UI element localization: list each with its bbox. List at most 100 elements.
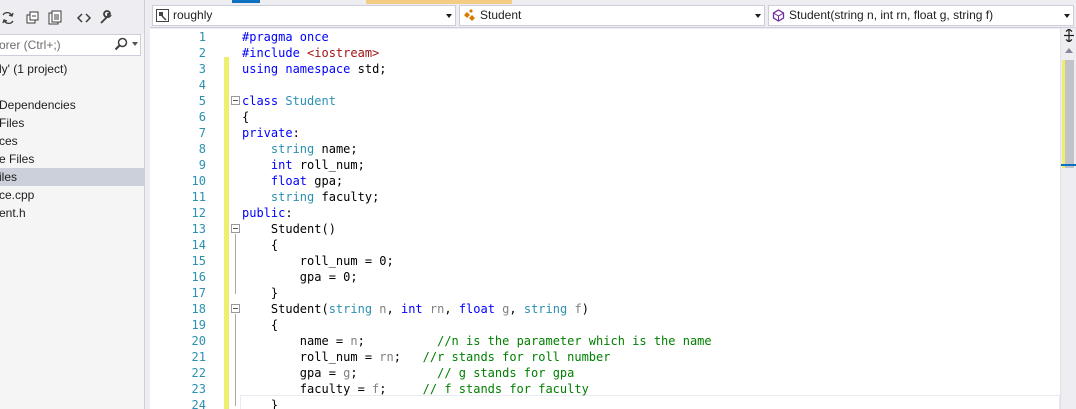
code-token: : xyxy=(292,126,300,140)
tree-item-label: ent.h xyxy=(0,206,26,220)
tree-item-student-h[interactable]: ent.h xyxy=(0,204,144,222)
code-line: roll_num = 0; xyxy=(242,253,394,269)
navigation-bar: roughly Student Student(string n, int rn… xyxy=(150,4,1076,28)
line-number: 13 xyxy=(191,222,206,236)
line-number: 4 xyxy=(198,78,206,92)
chevron-down-icon xyxy=(755,14,761,18)
code-token: roll_num = 0; xyxy=(242,254,394,268)
code-line: int roll_num; xyxy=(242,157,365,173)
code-token: float xyxy=(458,302,495,316)
solution-explorer-search-field[interactable]: orer (Ctrl+;) xyxy=(0,34,141,56)
line-number: 8 xyxy=(198,142,206,156)
code-token: { xyxy=(242,318,279,332)
tree-item-solution[interactable]: ly' (1 project) xyxy=(0,60,144,78)
code-token: } xyxy=(242,398,279,409)
tree-item-label: Dependencies xyxy=(0,98,76,112)
scrollbar-caret-marker xyxy=(1061,164,1076,166)
member-dropdown[interactable]: Student(string n, int rn, float g, strin… xyxy=(768,5,1074,26)
code-editor[interactable]: 1 2 3 4 5 6 7 8 9 10 11 12 13 14 15 16 17 18 19 20 21 22 23 24 … xyxy=(150,29,1060,409)
code-token: roll_num = xyxy=(242,350,380,364)
code-line: roll_num = rn; //r stands for roll numbe… xyxy=(242,349,611,365)
code-view-icon[interactable] xyxy=(76,10,92,26)
code-line: string name; xyxy=(242,141,358,157)
search-icon[interactable] xyxy=(114,37,128,51)
tree-item-dependencies[interactable]: Dependencies xyxy=(0,96,144,114)
line-number: 16 xyxy=(191,270,206,284)
project-dropdown[interactable]: roughly xyxy=(152,5,456,26)
code-token: // f stands for faculty xyxy=(422,382,589,396)
vertical-scrollbar[interactable] xyxy=(1060,28,1076,409)
tree-item-label: ly' (1 project) xyxy=(0,62,68,76)
split-window-icon[interactable] xyxy=(1063,28,1075,43)
tree-item-source-cpp[interactable]: ce.cpp xyxy=(0,186,144,204)
code-line: { xyxy=(242,317,278,333)
code-token: gpa = 0; xyxy=(242,270,358,284)
tree-item-files-selected[interactable]: iles xyxy=(0,168,144,186)
code-token: name; xyxy=(314,142,358,156)
code-token: Student() xyxy=(242,222,336,236)
collapse-region-icon[interactable] xyxy=(231,224,240,233)
code-token: Student xyxy=(285,94,336,108)
line-number-margin: 1 2 3 4 5 6 7 8 9 10 11 12 13 14 15 16 17 18 19 20 21 22 23 24 xyxy=(150,29,206,409)
code-token: : xyxy=(285,206,293,220)
tree-item-label: ce.cpp xyxy=(0,188,35,202)
code-line: using namespace std; xyxy=(242,61,387,77)
code-token: ; xyxy=(379,382,423,396)
code-token: gpa; xyxy=(307,174,344,188)
tree-item-label: Files xyxy=(0,116,25,130)
code-token: //n is the parameter which is the name xyxy=(437,334,712,348)
line-number: 11 xyxy=(191,190,206,204)
code-token: { xyxy=(242,238,279,252)
code-line: #pragma once xyxy=(242,29,329,45)
outline-guide-line xyxy=(235,314,236,406)
code-line: Student() xyxy=(242,221,336,237)
code-token: n xyxy=(350,334,358,348)
tree-item-label: e Files xyxy=(0,152,35,166)
code-token: , xyxy=(444,302,459,316)
code-token: name = xyxy=(242,334,351,348)
change-tracking-margin xyxy=(224,57,229,409)
code-token: #include xyxy=(242,46,308,60)
code-token: roll_num; xyxy=(292,158,365,172)
search-options-chevron-icon[interactable] xyxy=(132,42,138,46)
code-token: float xyxy=(270,174,308,188)
line-number: 23 xyxy=(191,382,206,396)
line-number: 5 xyxy=(198,94,206,108)
collapse-region-icon[interactable] xyxy=(231,304,240,313)
code-token: n xyxy=(379,302,387,316)
code-token: //r stands for roll number xyxy=(422,350,611,364)
properties-wrench-icon[interactable] xyxy=(98,10,114,26)
show-all-files-icon[interactable] xyxy=(47,10,63,26)
chevron-down-icon xyxy=(1064,14,1070,18)
tree-item-source-files[interactable]: e Files xyxy=(0,150,144,168)
project-dropdown-value: roughly xyxy=(173,8,213,22)
tree-item-label: iles xyxy=(0,170,18,184)
code-line: string faculty; xyxy=(242,189,379,205)
collapse-all-icon[interactable] xyxy=(25,10,41,26)
code-token: { xyxy=(242,110,250,124)
scroll-up-arrow-icon[interactable] xyxy=(1065,48,1073,53)
class-dropdown[interactable]: Student xyxy=(459,5,765,26)
tree-item-resources[interactable]: ces xyxy=(0,132,144,150)
scrollbar-thumb[interactable] xyxy=(1064,60,1074,168)
tree-item-header-files[interactable]: Files xyxy=(0,114,144,132)
code-text-area[interactable]: #pragma once #include <iostream> using nam… xyxy=(242,29,1052,409)
code-token: private xyxy=(242,126,293,140)
line-number: 9 xyxy=(198,158,206,172)
sync-icon[interactable] xyxy=(0,10,16,26)
code-token: } xyxy=(242,286,279,300)
code-token: std; xyxy=(350,62,387,76)
code-token: , xyxy=(386,302,401,316)
line-number: 20 xyxy=(191,334,206,348)
line-number: 2 xyxy=(198,46,206,60)
code-token: using xyxy=(242,62,279,76)
code-token: string xyxy=(523,302,568,316)
code-line: float gpa; xyxy=(242,173,343,189)
collapse-region-icon[interactable] xyxy=(231,96,240,105)
code-line: } xyxy=(242,397,278,409)
line-number: 24 xyxy=(191,398,206,409)
code-token: rn xyxy=(379,350,394,364)
